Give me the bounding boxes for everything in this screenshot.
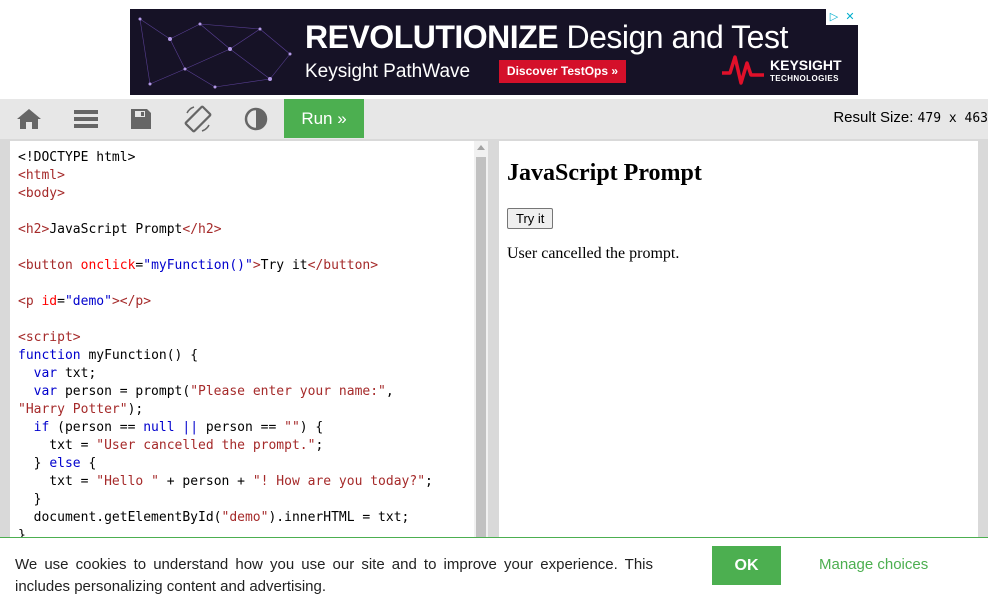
- manage-choices-link[interactable]: Manage choices: [819, 556, 928, 573]
- ad-cta-button[interactable]: Discover TestOps »: [499, 60, 626, 83]
- ad-brand-sub: TECHNOLOGIES: [770, 74, 839, 83]
- result-size: Result Size: 479 x 463: [833, 109, 988, 126]
- ok-button[interactable]: OK: [712, 546, 781, 585]
- ad-brand-name: KEYSIGHT: [770, 57, 842, 73]
- result-size-value: 479 x 463: [917, 111, 988, 126]
- rotate-icon: [184, 105, 212, 133]
- code-line[interactable]: <script>: [18, 329, 433, 347]
- ad-headline-light: Design and Test: [558, 19, 788, 55]
- code-line[interactable]: var txt;: [18, 365, 433, 383]
- code-line[interactable]: txt = "User cancelled the prompt.";: [18, 437, 433, 455]
- save-button[interactable]: [113, 99, 169, 139]
- code-line[interactable]: [18, 311, 433, 329]
- home-icon: [17, 109, 41, 129]
- result-size-label: Result Size:: [833, 109, 918, 126]
- home-button[interactable]: [1, 99, 57, 139]
- code-line[interactable]: [18, 275, 433, 293]
- code-line[interactable]: } else {: [18, 455, 433, 473]
- code-line[interactable]: <button onclick="myFunction()">Try it</b…: [18, 257, 433, 275]
- close-icon[interactable]: ✕: [843, 9, 857, 23]
- run-button[interactable]: Run »: [284, 99, 364, 138]
- ad-area: REVOLUTIONIZE Design and Test Keysight P…: [0, 0, 988, 100]
- code-line[interactable]: [18, 203, 433, 221]
- cookie-text: We use cookies to understand how you use…: [15, 556, 653, 595]
- demo-paragraph: User cancelled the prompt.: [507, 245, 680, 262]
- code-text[interactable]: <!DOCTYPE html> <html> <body> <h2>JavaScri…: [18, 149, 433, 545]
- code-line[interactable]: [18, 239, 433, 257]
- code-line[interactable]: var person = prompt("Please enter your n…: [18, 383, 433, 401]
- code-line[interactable]: <p id="demo"></p>: [18, 293, 433, 311]
- rotate-button[interactable]: [170, 99, 226, 139]
- try-it-button[interactable]: Try it: [507, 208, 554, 229]
- ad-headline: REVOLUTIONIZE Design and Test: [305, 19, 788, 56]
- code-line[interactable]: <body>: [18, 185, 433, 203]
- code-line[interactable]: txt = "Hello " + person + "! How are you…: [18, 473, 433, 491]
- ad-headline-bold: REVOLUTIONIZE: [305, 19, 559, 55]
- code-line[interactable]: "Harry Potter");: [18, 401, 433, 419]
- toolbar: Run » Result Size: 479 x 463: [0, 99, 988, 139]
- keysight-logo-icon: [722, 55, 764, 85]
- network-graphic: [138, 17, 292, 89]
- cookie-banner: We use cookies to understand how you use…: [0, 537, 988, 612]
- ad-banner[interactable]: REVOLUTIONIZE Design and Test Keysight P…: [130, 9, 858, 95]
- contrast-icon: [244, 107, 268, 131]
- ad-subline: Keysight PathWave: [305, 61, 471, 82]
- save-icon: [131, 109, 151, 129]
- adchoices-icon[interactable]: ▷: [827, 9, 841, 23]
- result-heading: JavaScript Prompt: [507, 160, 702, 186]
- code-line[interactable]: function myFunction() {: [18, 347, 433, 365]
- scroll-up-arrow-icon[interactable]: [477, 145, 485, 150]
- menu-button[interactable]: [58, 99, 114, 139]
- ad-choices: ▷ ✕: [826, 9, 858, 25]
- theme-button[interactable]: [228, 99, 284, 139]
- code-line[interactable]: }: [18, 491, 433, 509]
- code-line[interactable]: if (person == null || person == "") {: [18, 419, 433, 437]
- code-line[interactable]: <html>: [18, 167, 433, 185]
- code-line[interactable]: <!DOCTYPE html>: [18, 149, 433, 167]
- code-line[interactable]: <h2>JavaScript Prompt</h2>: [18, 221, 433, 239]
- menu-icon: [74, 110, 98, 128]
- code-line[interactable]: document.getElementById("demo").innerHTM…: [18, 509, 433, 527]
- scrollbar-thumb[interactable]: [476, 157, 486, 597]
